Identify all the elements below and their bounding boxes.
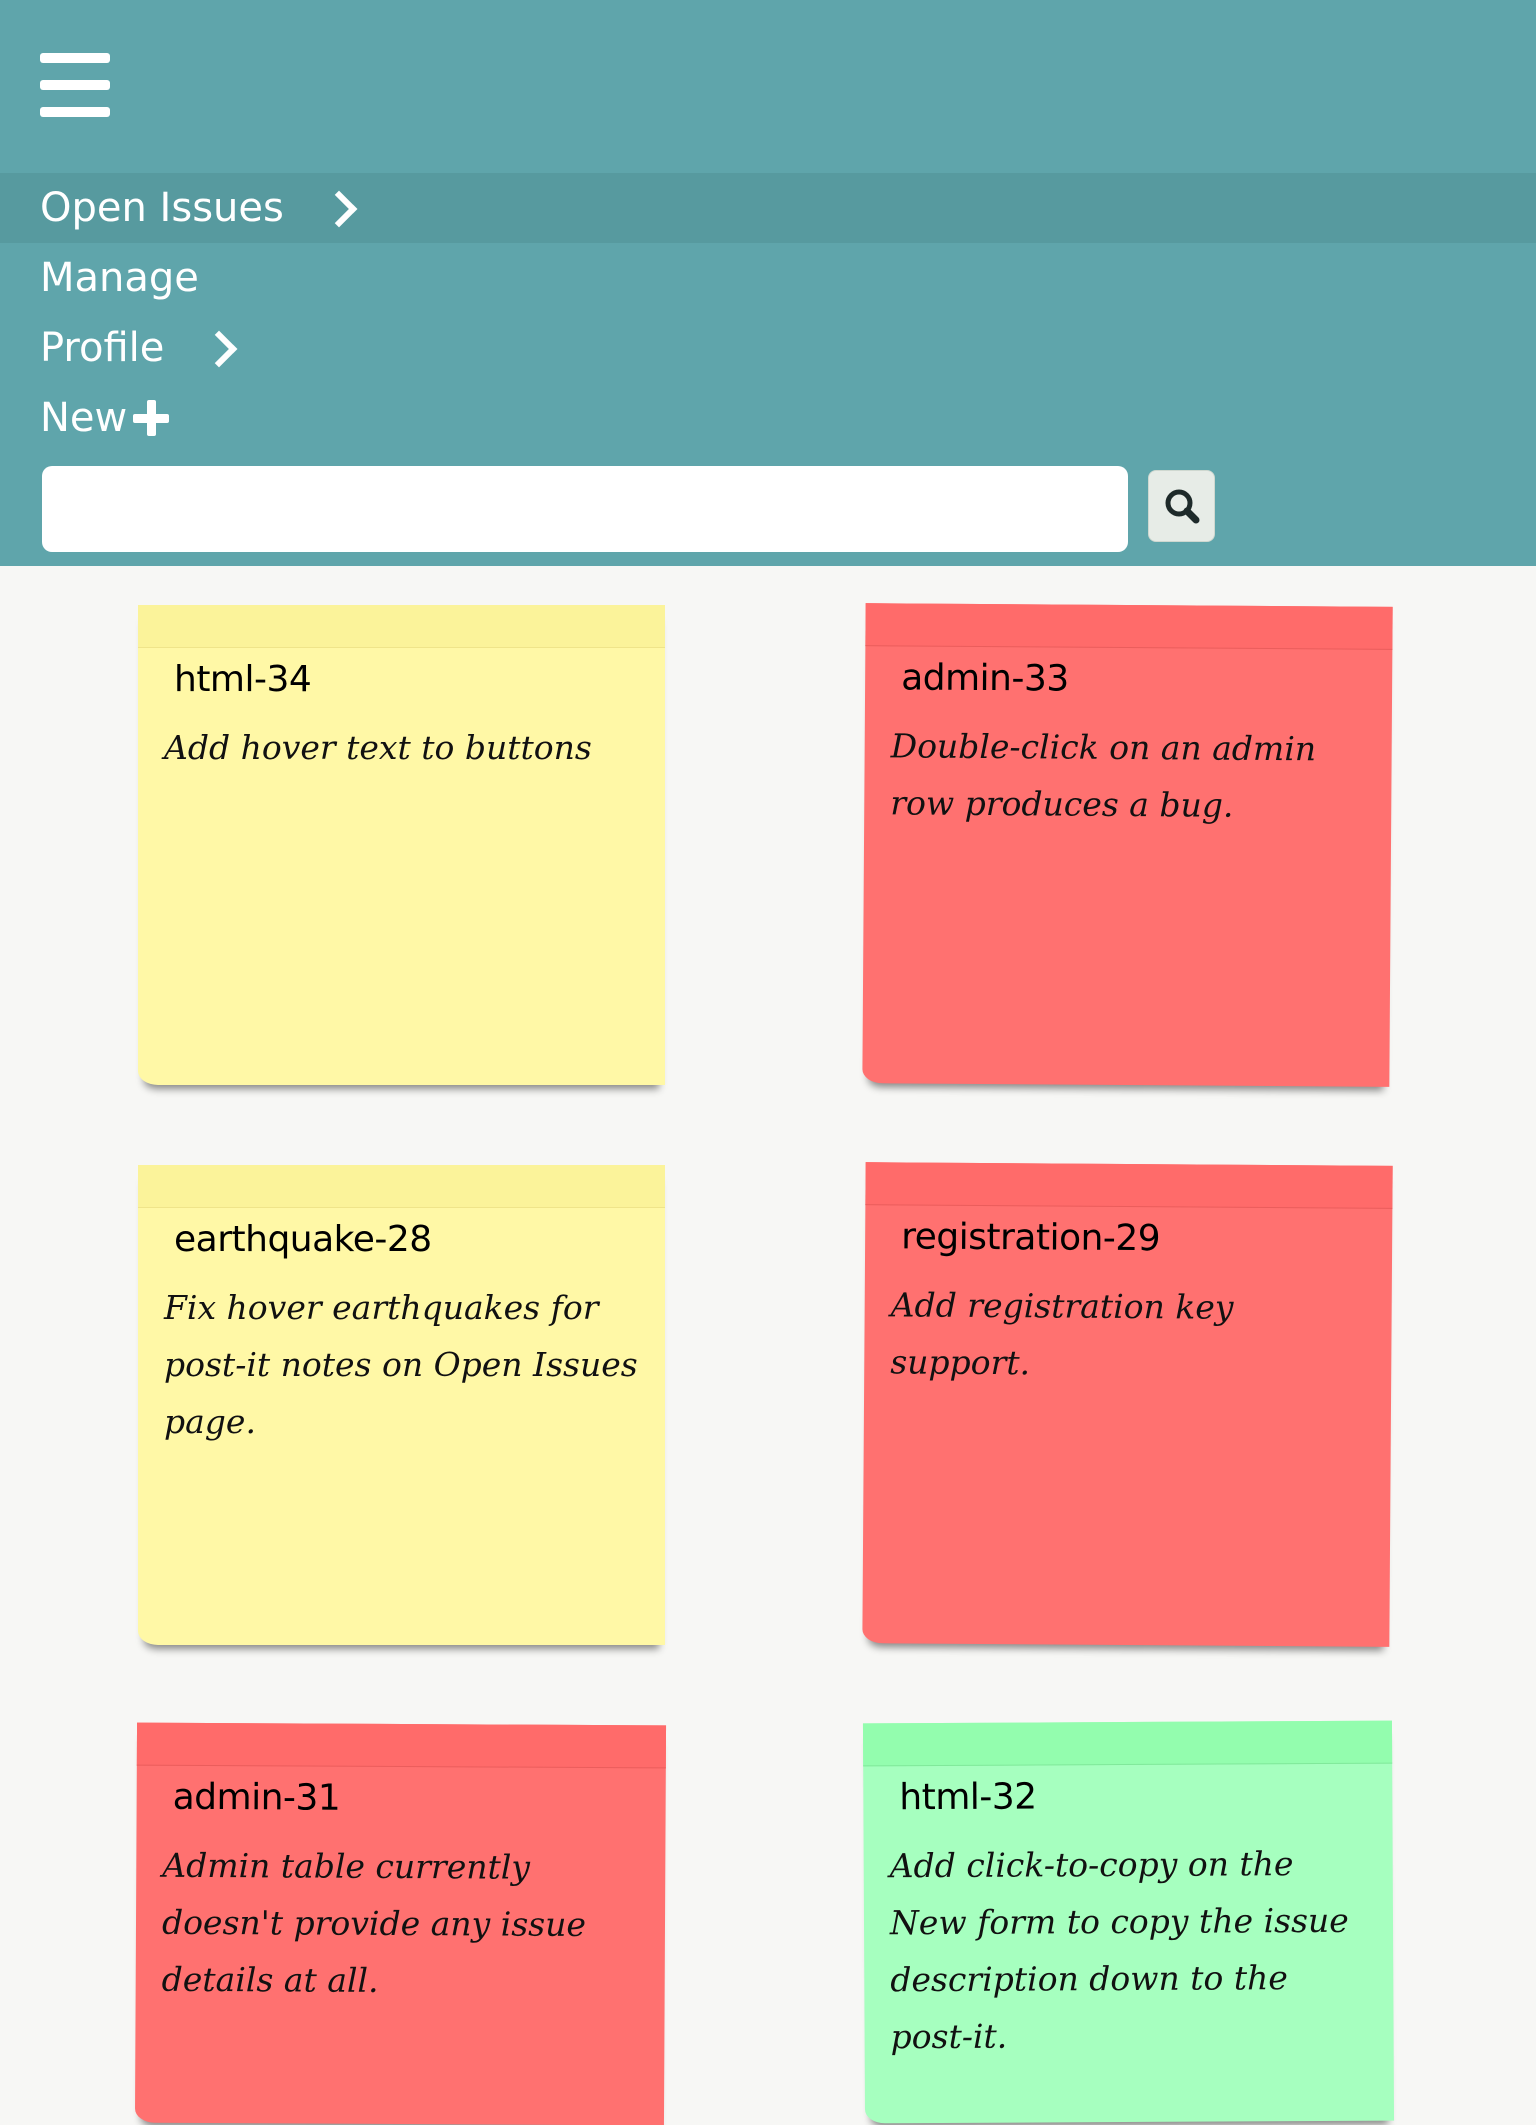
note-description: Add click-to-copy on the New form to cop… bbox=[889, 1844, 1349, 2057]
note-description: Admin table currently doesn't provide an… bbox=[161, 1845, 587, 2000]
issue-note-html-34[interactable]: html-34 Add hover text to buttons bbox=[138, 605, 665, 1085]
hamburger-menu-icon[interactable] bbox=[40, 53, 110, 117]
search-input[interactable] bbox=[42, 466, 1128, 552]
note-description: Fix hover earthquakes for post-it notes … bbox=[164, 1288, 638, 1441]
note-title: earthquake-28 bbox=[174, 1219, 432, 1260]
note-title: registration-29 bbox=[901, 1216, 1161, 1260]
chevron-right-icon bbox=[320, 190, 358, 228]
note-title: admin-33 bbox=[901, 657, 1069, 700]
nav-item-manage[interactable]: Manage bbox=[0, 243, 1536, 313]
note-header-band bbox=[138, 1165, 665, 1208]
issue-note-earthquake-28[interactable]: earthquake-28 Fix hover earthquakes for … bbox=[138, 1165, 665, 1645]
issue-note-html-32[interactable]: html-32 Add click-to-copy on the New for… bbox=[862, 1720, 1395, 2124]
nav-item-open-issues[interactable]: Open Issues bbox=[0, 173, 1536, 243]
note-header-band bbox=[865, 603, 1393, 650]
issue-note-admin-31[interactable]: admin-31 Admin table currently doesn't p… bbox=[134, 1722, 667, 2125]
nav-item-label: Manage bbox=[40, 255, 199, 301]
note-header-band bbox=[865, 1162, 1393, 1209]
note-header-band bbox=[862, 1720, 1393, 1767]
nav-item-profile[interactable]: Profile bbox=[0, 313, 1536, 383]
nav-item-label: Profile bbox=[40, 325, 165, 371]
top-navigation: Open Issues Manage Profile New bbox=[0, 0, 1536, 566]
note-header-band bbox=[138, 605, 665, 648]
nav-item-new[interactable]: New bbox=[0, 383, 1536, 453]
issue-note-registration-29[interactable]: registration-29 Add registration key sup… bbox=[862, 1162, 1393, 1647]
chevron-right-icon bbox=[200, 330, 238, 368]
nav-item-label: Open Issues bbox=[40, 185, 284, 231]
note-description: Double-click on an admin row produces a … bbox=[890, 726, 1317, 825]
issue-note-admin-33[interactable]: admin-33 Double-click on an admin row pr… bbox=[862, 603, 1393, 1087]
plus-icon bbox=[133, 400, 170, 436]
search-icon bbox=[1165, 489, 1200, 524]
note-title: admin-31 bbox=[172, 1776, 341, 1819]
note-title: html-32 bbox=[899, 1776, 1037, 1819]
nav-item-label: New bbox=[40, 395, 128, 441]
note-title: html-34 bbox=[174, 659, 312, 700]
note-description: Add hover text to buttons bbox=[164, 728, 592, 767]
note-description: Add registration key support. bbox=[890, 1285, 1234, 1383]
search-button[interactable] bbox=[1148, 470, 1215, 542]
note-header-band bbox=[136, 1722, 667, 1769]
